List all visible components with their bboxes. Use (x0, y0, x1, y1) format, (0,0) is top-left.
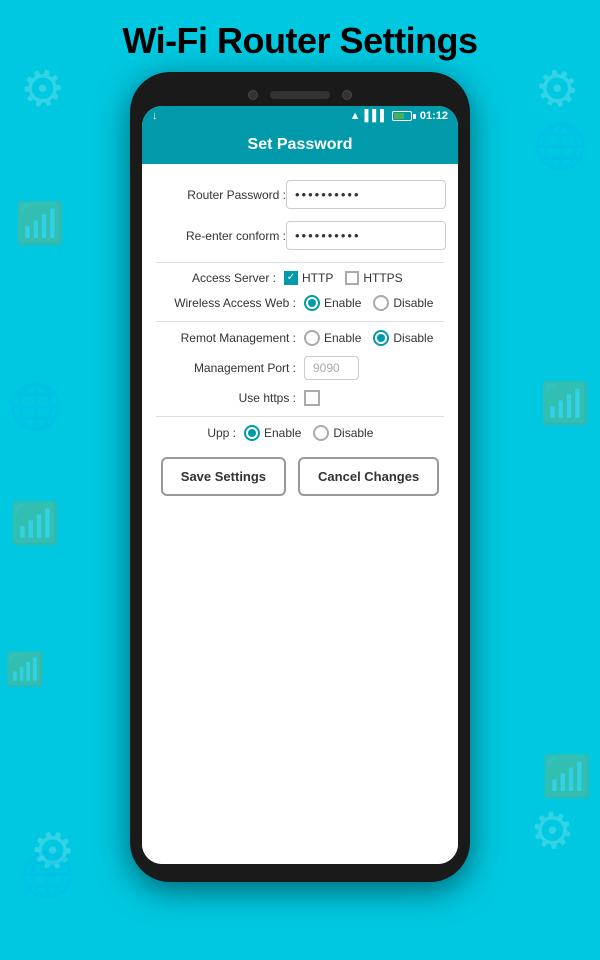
use-https-row: Use https : (156, 390, 444, 406)
management-port-input[interactable] (304, 356, 359, 380)
battery-indicator (392, 111, 416, 121)
radio-inner-3 (248, 429, 256, 437)
camera-2 (342, 90, 352, 100)
wireless-disable-option[interactable]: Disable (373, 295, 433, 311)
app-bar-title: Set Password (248, 136, 353, 153)
upp-disable-radio[interactable] (313, 425, 329, 441)
upp-enable-label: Enable (264, 426, 301, 440)
action-buttons: Save Settings Cancel Changes (156, 457, 444, 504)
divider-3 (156, 416, 444, 417)
use-https-label: Use https : (156, 391, 296, 405)
access-server-row: Access Server : ✓ HTTP HTTPS (156, 271, 444, 285)
remote-disable-label: Disable (393, 331, 433, 345)
reenter-password-input[interactable] (286, 221, 446, 250)
http-label: HTTP (302, 271, 333, 285)
remote-enable-option[interactable]: Enable (304, 330, 361, 346)
radio-inner (308, 299, 316, 307)
access-server-label: Access Server : (156, 271, 276, 285)
status-bar: ↓ ▲ ▌▌▌ 01:12 (142, 106, 458, 126)
radio-inner-2 (377, 334, 385, 342)
remote-disable-radio[interactable] (373, 330, 389, 346)
upp-label: Upp : (156, 426, 236, 440)
remote-management-row: Remot Management : Enable Disable (156, 330, 444, 346)
router-password-label: Router Password : (156, 188, 286, 202)
page-title: Wi-Fi Router Settings (0, 0, 600, 72)
status-right: ▲ ▌▌▌ 01:12 (350, 110, 448, 122)
screen: ↓ ▲ ▌▌▌ 01:12 Set Password (142, 106, 458, 864)
upp-enable-radio[interactable] (244, 425, 260, 441)
divider-2 (156, 321, 444, 322)
remote-management-label: Remot Management : (156, 331, 296, 345)
divider-1 (156, 262, 444, 263)
app-bar: Set Password (142, 126, 458, 164)
wireless-access-label: Wireless Access Web : (156, 296, 296, 310)
upp-options: Enable Disable (244, 425, 373, 441)
wireless-access-options: Enable Disable (304, 295, 433, 311)
https-checkbox[interactable] (345, 271, 359, 285)
use-https-checkbox[interactable] (304, 390, 320, 406)
upp-row: Upp : Enable Disable (156, 425, 444, 441)
router-password-input[interactable] (286, 180, 446, 209)
remote-enable-label: Enable (324, 331, 361, 345)
upp-enable-option[interactable]: Enable (244, 425, 301, 441)
router-password-row: Router Password : (156, 180, 444, 209)
https-label: HTTPS (363, 271, 402, 285)
wireless-disable-label: Disable (393, 296, 433, 310)
content-area: Router Password : Re-enter conform : Acc… (142, 164, 458, 864)
speaker (270, 91, 330, 99)
camera (248, 90, 258, 100)
cancel-changes-button[interactable]: Cancel Changes (298, 457, 439, 496)
download-icon: ↓ (152, 110, 158, 122)
https-option[interactable]: HTTPS (345, 271, 402, 285)
http-option[interactable]: ✓ HTTP (284, 271, 333, 285)
phone-frame: ↓ ▲ ▌▌▌ 01:12 Set Password (130, 72, 470, 882)
wireless-access-row: Wireless Access Web : Enable Disable (156, 295, 444, 311)
access-server-options: ✓ HTTP HTTPS (284, 271, 403, 285)
status-left: ↓ (152, 110, 158, 122)
wifi-signal-icon: ▲ (350, 110, 361, 122)
http-checkbox[interactable]: ✓ (284, 271, 298, 285)
upp-disable-option[interactable]: Disable (313, 425, 373, 441)
reenter-password-row: Re-enter conform : (156, 221, 444, 250)
upp-disable-label: Disable (333, 426, 373, 440)
remote-management-options: Enable Disable (304, 330, 433, 346)
wireless-enable-radio[interactable] (304, 295, 320, 311)
save-settings-button[interactable]: Save Settings (161, 457, 286, 496)
time-display: 01:12 (420, 110, 448, 122)
reenter-password-label: Re-enter conform : (156, 229, 286, 243)
management-port-label: Management Port : (156, 361, 296, 375)
wireless-disable-radio[interactable] (373, 295, 389, 311)
remote-disable-option[interactable]: Disable (373, 330, 433, 346)
management-port-row: Management Port : (156, 356, 444, 380)
remote-enable-radio[interactable] (304, 330, 320, 346)
phone-top-bar (142, 90, 458, 100)
wireless-enable-label: Enable (324, 296, 361, 310)
check-mark: ✓ (287, 273, 295, 283)
wireless-enable-option[interactable]: Enable (304, 295, 361, 311)
cellular-icon: ▌▌▌ (364, 110, 387, 122)
